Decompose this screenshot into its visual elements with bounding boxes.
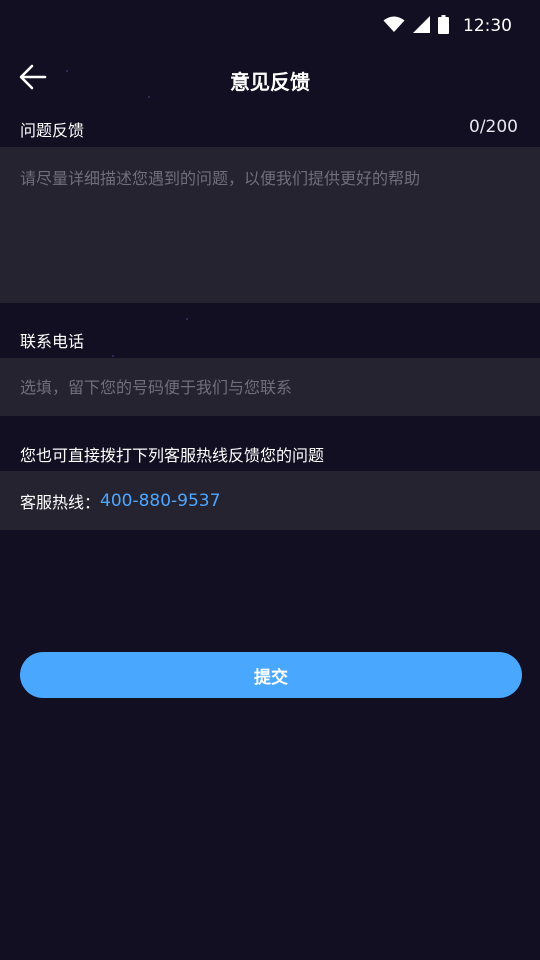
- phone-label: 联系电话: [20, 332, 85, 351]
- page-title: 意见反馈: [230, 70, 310, 94]
- character-counter: 0/200: [469, 117, 518, 137]
- status-icons: 12:30: [383, 14, 512, 38]
- feedback-textarea[interactable]: [0, 147, 540, 303]
- hotline-row: 客服热线： 400-880-9537: [0, 471, 540, 530]
- hotline-number-link[interactable]: 400-880-9537: [100, 491, 220, 511]
- status-time: 12:30: [463, 16, 512, 36]
- submit-button[interactable]: 提交: [20, 652, 522, 698]
- feedback-screen: 12:30 意见反馈 问题反馈 0/200 联系电话 您也可直接拨打下列客服热线…: [0, 0, 540, 960]
- cellular-signal-icon: [413, 15, 430, 37]
- nav-bar: 意见反馈: [0, 52, 540, 106]
- status-bar: 12:30: [0, 0, 540, 52]
- feedback-field[interactable]: [0, 147, 540, 303]
- hotline-hint: 您也可直接拨打下列客服热线反馈您的问题: [20, 446, 325, 465]
- wifi-icon: [383, 16, 405, 37]
- feedback-label: 问题反馈: [20, 121, 85, 140]
- battery-icon: [438, 14, 449, 38]
- phone-input[interactable]: [0, 358, 540, 416]
- hotline-label: 客服热线：: [20, 492, 101, 512]
- decorative-star: [112, 355, 114, 357]
- phone-field[interactable]: [0, 358, 540, 416]
- decorative-star: [186, 318, 188, 320]
